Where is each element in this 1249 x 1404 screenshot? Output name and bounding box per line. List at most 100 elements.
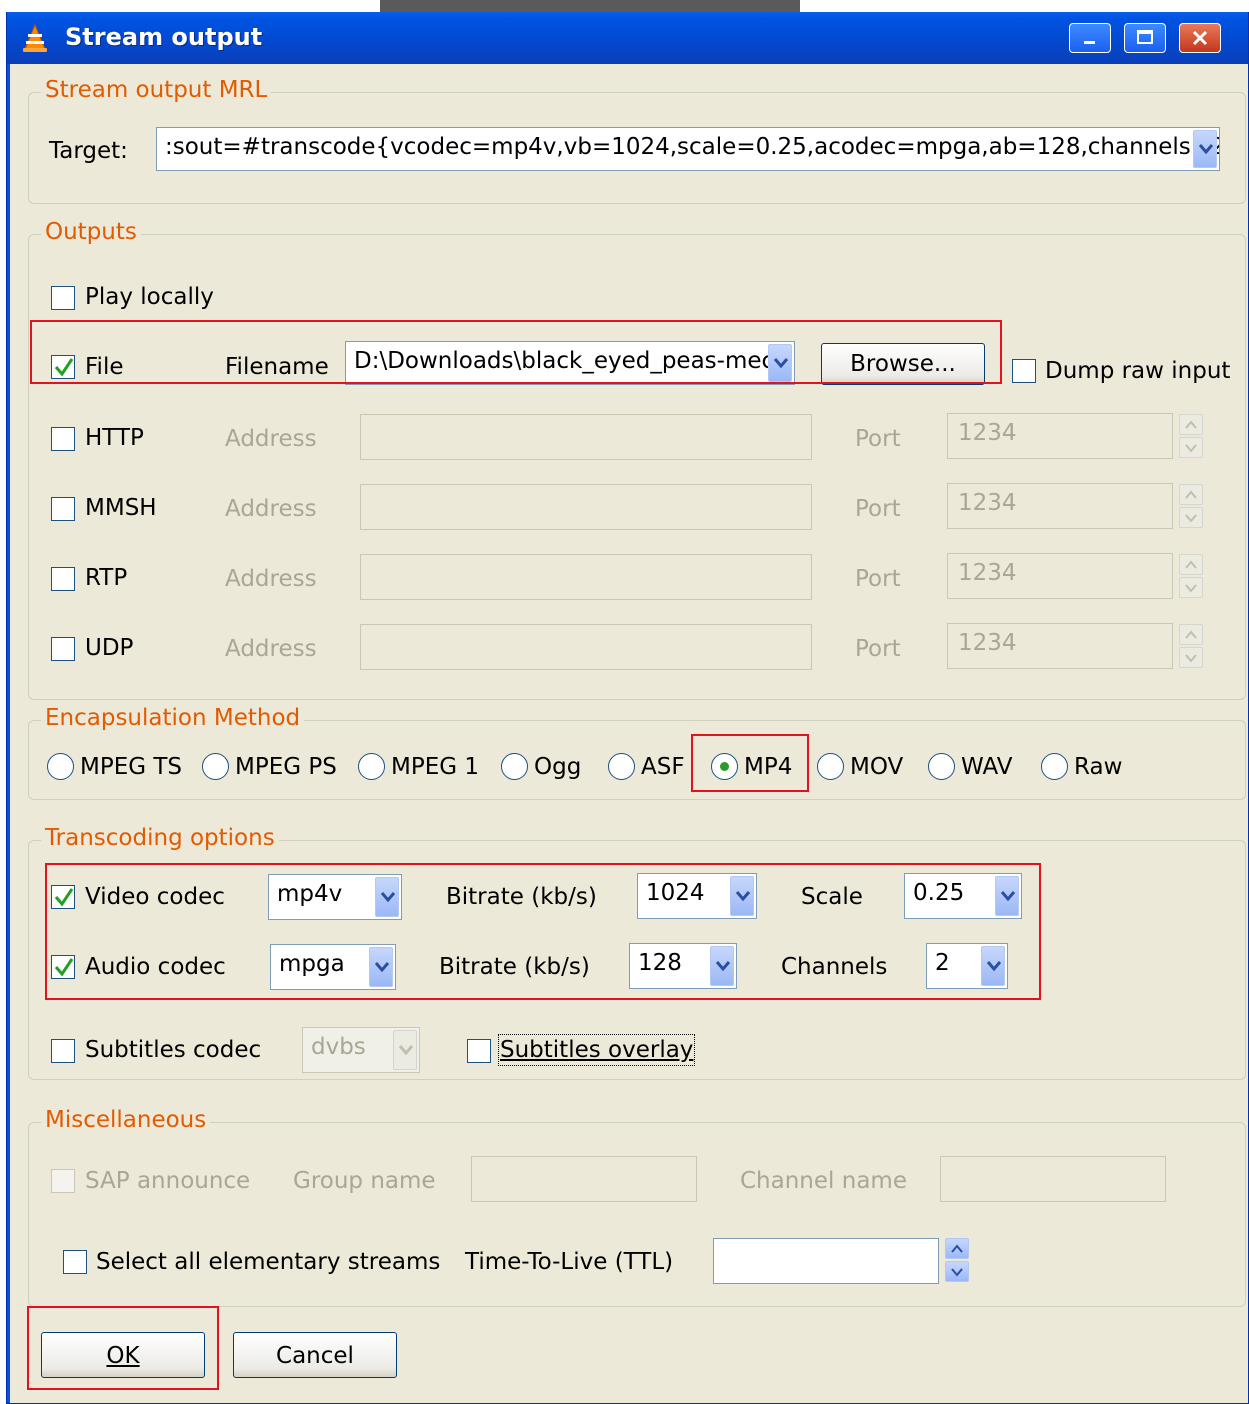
radio-mpeg-1[interactable] [358, 753, 385, 780]
radio-wav[interactable] [928, 753, 955, 780]
spin-down-button[interactable] [1179, 437, 1203, 458]
udp-address-label: Address [225, 636, 317, 662]
udp-checkbox[interactable] [51, 637, 75, 661]
mrl-group: Stream output MRL Target: :sout=#transco… [28, 77, 1246, 204]
ttl-input[interactable] [713, 1238, 939, 1284]
group-name-input[interactable] [471, 1156, 697, 1202]
vlc-cone-icon [23, 23, 47, 52]
udp-address-input[interactable] [360, 624, 812, 670]
target-label: Target: [49, 138, 128, 164]
http-port-label: Port [855, 426, 901, 452]
radio-mpeg-ts-label: MPEG TS [80, 754, 183, 780]
channel-name-input[interactable] [940, 1156, 1166, 1202]
sap-announce-checkbox[interactable] [51, 1169, 75, 1193]
rtp-port-input[interactable]: 1234 [947, 553, 1173, 599]
arrow-down-icon [1185, 654, 1197, 663]
ttl-spinner[interactable] [945, 1238, 969, 1282]
outputs-legend: Outputs [41, 219, 141, 245]
mmsh-address-label: Address [225, 496, 317, 522]
spin-down-button[interactable] [1179, 647, 1203, 668]
sap-announce-label: SAP announce [85, 1168, 251, 1194]
arrow-up-icon [951, 1244, 963, 1253]
http-port-spinner[interactable] [1179, 414, 1203, 458]
close-button[interactable] [1179, 23, 1221, 53]
close-icon [1192, 30, 1208, 46]
subtitles-codec-dropdown-button[interactable] [393, 1030, 417, 1070]
minimize-icon [1084, 41, 1095, 44]
group-name-label: Group name [293, 1168, 436, 1194]
arrow-up-icon [1185, 420, 1197, 429]
spin-up-button[interactable] [1179, 554, 1203, 575]
select-all-streams-checkbox[interactable] [63, 1250, 87, 1274]
udp-port-spinner[interactable] [1179, 624, 1203, 668]
subtitles-codec-combo[interactable]: dvbs [302, 1027, 420, 1073]
maximize-button[interactable] [1124, 23, 1166, 53]
highlight-transcoding-box [45, 863, 1041, 1000]
http-checkbox[interactable] [51, 427, 75, 451]
spin-up-button[interactable] [945, 1238, 969, 1259]
rtp-label: RTP [85, 565, 128, 591]
chevron-down-icon [398, 1045, 414, 1056]
spin-up-button[interactable] [1179, 624, 1203, 645]
spin-up-button[interactable] [1179, 414, 1203, 435]
misc-legend: Miscellaneous [41, 1107, 211, 1133]
radio-mpeg-ps[interactable] [202, 753, 229, 780]
mmsh-checkbox[interactable] [51, 497, 75, 521]
transcoding-legend: Transcoding options [41, 825, 279, 851]
radio-mpeg-ts[interactable] [47, 753, 74, 780]
title-bar[interactable]: Stream output [7, 12, 1248, 64]
dump-raw-label: Dump raw input [1045, 358, 1231, 384]
cancel-button[interactable]: Cancel [233, 1332, 397, 1378]
mmsh-address-input[interactable] [360, 484, 812, 530]
maximize-icon [1137, 30, 1153, 44]
rtp-address-input[interactable] [360, 554, 812, 600]
radio-mpeg-ps-label: MPEG PS [235, 754, 337, 780]
udp-label: UDP [85, 635, 134, 661]
http-label: HTTP [85, 425, 144, 451]
radio-asf-label: ASF [641, 754, 685, 780]
target-dropdown-button[interactable] [1193, 130, 1217, 168]
stream-output-dialog: Stream output Stream output MRL Target: … [6, 12, 1249, 1404]
select-all-streams-label: Select all elementary streams [96, 1249, 441, 1275]
arrow-up-icon [1185, 560, 1197, 569]
arrow-up-icon [1185, 630, 1197, 639]
subtitles-overlay-label: Subtitles overlay [497, 1034, 696, 1066]
udp-port-input[interactable]: 1234 [947, 623, 1173, 669]
play-locally-checkbox[interactable] [51, 286, 75, 310]
misc-group: Miscellaneous SAP announce Group name Ch… [28, 1107, 1246, 1307]
spin-down-button[interactable] [1179, 577, 1203, 598]
spin-up-button[interactable] [1179, 484, 1203, 505]
http-address-input[interactable] [360, 414, 812, 460]
radio-raw[interactable] [1041, 753, 1068, 780]
arrow-down-icon [1185, 584, 1197, 593]
radio-mov[interactable] [817, 753, 844, 780]
rtp-port-spinner[interactable] [1179, 554, 1203, 598]
dump-raw-checkbox[interactable] [1012, 359, 1036, 383]
mmsh-port-spinner[interactable] [1179, 484, 1203, 528]
radio-ogg[interactable] [501, 753, 528, 780]
rtp-checkbox[interactable] [51, 567, 75, 591]
radio-mov-label: MOV [850, 754, 904, 780]
chevron-down-icon [1198, 144, 1214, 155]
radio-ogg-label: Ogg [534, 754, 582, 780]
subtitles-codec-checkbox[interactable] [51, 1039, 75, 1063]
spin-down-button[interactable] [945, 1261, 969, 1282]
radio-asf[interactable] [608, 753, 635, 780]
play-locally-label: Play locally [85, 284, 214, 310]
radio-wav-label: WAV [961, 754, 1013, 780]
target-combo[interactable]: :sout=#transcode{vcodec=mp4v,vb=1024,sca… [156, 127, 1220, 171]
udp-port-label: Port [855, 636, 901, 662]
mmsh-label: MMSH [85, 495, 157, 521]
radio-raw-label: Raw [1074, 754, 1123, 780]
minimize-button[interactable] [1069, 23, 1111, 53]
subtitles-overlay-checkbox[interactable] [467, 1039, 491, 1063]
highlight-ok-box [27, 1306, 219, 1390]
spin-down-button[interactable] [1179, 507, 1203, 528]
mmsh-port-value: 1234 [958, 490, 1017, 516]
mmsh-port-input[interactable]: 1234 [947, 483, 1173, 529]
outputs-group: Outputs Play locally File Filename D:\Do… [28, 219, 1246, 700]
subtitles-codec-label: Subtitles codec [85, 1037, 262, 1063]
radio-mpeg-1-label: MPEG 1 [391, 754, 480, 780]
mmsh-port-label: Port [855, 496, 901, 522]
http-port-input[interactable]: 1234 [947, 413, 1173, 459]
